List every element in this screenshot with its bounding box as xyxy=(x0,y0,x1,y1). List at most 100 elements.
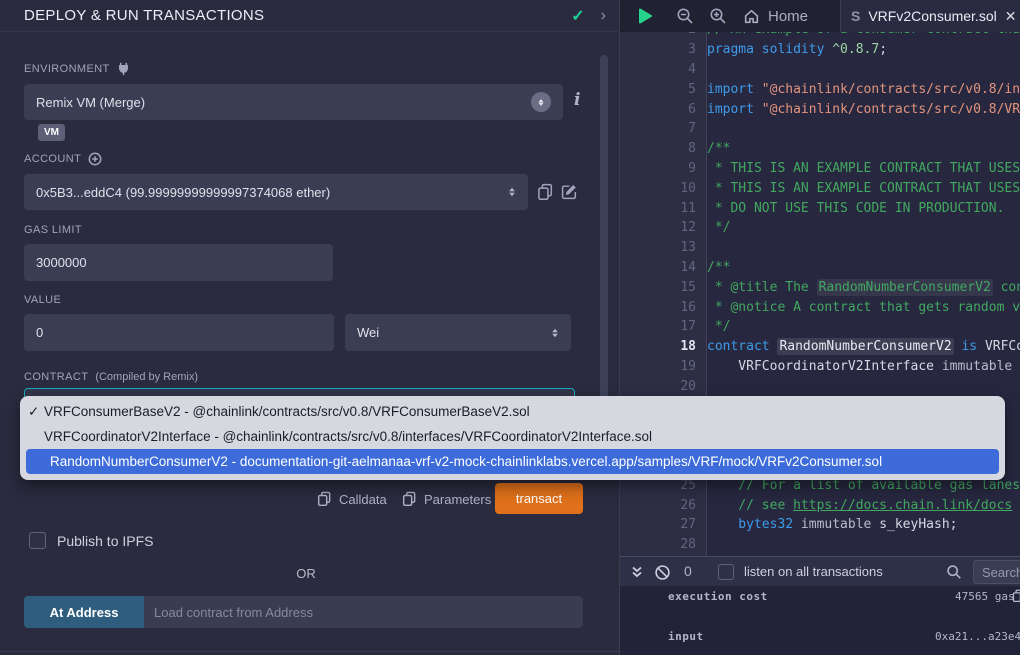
contract-option[interactable]: RandomNumberConsumerV2 - documentation-g… xyxy=(26,449,999,474)
code-line[interactable]: 17 */ xyxy=(620,317,1020,337)
account-label: ACCOUNT xyxy=(24,152,102,166)
code-text: // see https://docs.chain.link/docs xyxy=(707,498,1012,513)
line-number: 14 xyxy=(620,260,696,275)
account-select[interactable]: 0x5B3...eddC4 (99.99999999999997374068 e… xyxy=(24,174,528,210)
panel-divider xyxy=(0,651,620,652)
environment-label: ENVIRONMENT xyxy=(24,62,130,75)
code-text: /** xyxy=(707,260,730,275)
terminal-output[interactable]: execution cost47565 gasinput0xa21...a23e… xyxy=(620,586,1020,655)
code-text: * THIS IS AN EXAMPLE CONTRACT THAT USES xyxy=(707,161,1020,176)
code-line[interactable]: 2 // An example of a consumer contract th… xyxy=(620,32,1020,40)
contract-option[interactable]: VRFCoordinatorV2Interface - @chainlink/c… xyxy=(20,424,1005,449)
or-divider-label: OR xyxy=(0,566,612,581)
code-line[interactable]: 12 */ xyxy=(620,218,1020,238)
at-address-input[interactable] xyxy=(144,596,583,628)
code-line[interactable]: 18contract RandomNumberConsumerV2 is VRF… xyxy=(620,337,1020,357)
parameters-label[interactable]: Parameters xyxy=(424,492,491,507)
deploy-run-panel: DEPLOY & RUN TRANSACTIONS ✓ › ENVIRONMEN… xyxy=(0,0,620,655)
gas-limit-input[interactable]: 3000000 xyxy=(24,244,333,281)
copy-account-icon[interactable] xyxy=(537,183,554,200)
account-value: 0x5B3...eddC4 (99.99999999999997374068 e… xyxy=(36,185,330,200)
page-title: DEPLOY & RUN TRANSACTIONS xyxy=(24,7,264,24)
terminal-row-value: 47565 gas xyxy=(955,590,1015,603)
zoom-in-icon[interactable] xyxy=(709,7,727,25)
contract-label: CONTRACT (Compiled by Remix) xyxy=(24,371,198,383)
line-number: 12 xyxy=(620,220,696,235)
plug-icon xyxy=(117,62,130,75)
copy-value-icon[interactable] xyxy=(1012,589,1020,602)
tab-vrfv2consumer[interactable]: S VRFv2Consumer.sol ✕ xyxy=(840,0,1020,32)
code-line[interactable]: 5import "@chainlink/contracts/src/v0.8/i… xyxy=(620,79,1020,99)
terminal-toolbar: 0 listen on all transactions xyxy=(620,556,1020,586)
line-number: 28 xyxy=(620,537,696,552)
code-line[interactable]: 3pragma solidity ^0.8.7; xyxy=(620,40,1020,60)
expand-terminal-icon[interactable] xyxy=(630,565,644,579)
code-line[interactable]: 4 xyxy=(620,60,1020,80)
contract-option[interactable]: ✓VRFConsumerBaseV2 - @chainlink/contract… xyxy=(20,399,1005,424)
code-line[interactable]: 9 * THIS IS AN EXAMPLE CONTRACT THAT USE… xyxy=(620,159,1020,179)
code-line[interactable]: 6import "@chainlink/contracts/src/v0.8/V… xyxy=(620,99,1020,119)
zoom-out-icon[interactable] xyxy=(676,7,694,25)
code-line[interactable]: 16 * @notice A contract that gets random… xyxy=(620,297,1020,317)
clear-console-icon[interactable] xyxy=(654,564,671,581)
value-label: VALUE xyxy=(24,294,61,306)
listen-all-checkbox[interactable] xyxy=(718,564,734,580)
chevron-right-icon[interactable]: › xyxy=(601,9,606,23)
play-icon[interactable] xyxy=(635,6,655,26)
code-line[interactable]: 14 /** xyxy=(620,258,1020,278)
line-number: 13 xyxy=(620,240,696,255)
transaction-count-badge: 0 xyxy=(684,563,692,579)
contract-option-label: RandomNumberConsumerV2 - documentation-g… xyxy=(50,454,882,469)
value-input[interactable]: 0 xyxy=(24,314,334,351)
code-line[interactable]: 27 bytes32 immutable s_keyHash; xyxy=(620,515,1020,535)
publish-ipfs-checkbox[interactable] xyxy=(29,532,46,549)
code-text: VRFCoordinatorV2Interface immutable xyxy=(707,359,1012,374)
terminal-search-input[interactable] xyxy=(973,560,1020,584)
code-line[interactable]: 8/** xyxy=(620,139,1020,159)
environment-value: Remix VM (Merge) xyxy=(36,95,145,110)
tab-home[interactable]: Home xyxy=(743,0,808,32)
code-text: * DO NOT USE THIS CODE IN PRODUCTION. xyxy=(707,201,1004,216)
option-check-icon: ✓ xyxy=(28,404,44,420)
terminal-row-value: 0xa21...a23e4 xyxy=(935,630,1020,643)
code-text: pragma solidity ^0.8.7; xyxy=(707,42,887,57)
line-number: 2 xyxy=(620,32,696,37)
code-line[interactable]: 19 VRFCoordinatorV2Interface immutable xyxy=(620,357,1020,377)
calldata-label[interactable]: Calldata xyxy=(339,492,387,507)
line-number: 9 xyxy=(620,161,696,176)
code-line[interactable]: 13 xyxy=(620,238,1020,258)
close-tab-icon[interactable]: ✕ xyxy=(1005,8,1017,25)
vm-badge: VM xyxy=(38,124,65,141)
line-number: 5 xyxy=(620,82,696,97)
code-line[interactable]: 26 // see https://docs.chain.link/docs xyxy=(620,495,1020,515)
home-icon xyxy=(743,8,760,25)
code-line[interactable]: 11 * DO NOT USE THIS CODE IN PRODUCTION. xyxy=(620,198,1020,218)
code-line[interactable]: 10 * THIS IS AN EXAMPLE CONTRACT THAT US… xyxy=(620,178,1020,198)
code-line[interactable]: 7 xyxy=(620,119,1020,139)
code-line[interactable]: 28 xyxy=(620,535,1020,555)
code-text: * @notice A contract that gets random v xyxy=(707,300,1020,315)
code-text: // An example of a consumer contract tha… xyxy=(707,32,1020,37)
line-number: 20 xyxy=(620,379,696,394)
solidity-file-icon: S xyxy=(851,8,860,24)
transact-button[interactable]: transact xyxy=(495,483,583,514)
at-address-button[interactable]: At Address xyxy=(24,596,144,628)
line-number: 27 xyxy=(620,517,696,532)
panel-scrollbar[interactable] xyxy=(600,55,608,448)
check-icon: ✓ xyxy=(571,6,584,26)
code-line[interactable]: 20 xyxy=(620,376,1020,396)
plus-circle-icon[interactable] xyxy=(88,152,102,166)
edit-account-icon[interactable] xyxy=(561,183,578,200)
line-number: 8 xyxy=(620,141,696,156)
environment-select[interactable]: Remix VM (Merge) xyxy=(24,84,563,120)
code-text: * THIS IS AN EXAMPLE CONTRACT THAT USES xyxy=(707,181,1020,196)
copy-parameters-icon[interactable] xyxy=(402,491,417,506)
listen-all-label: listen on all transactions xyxy=(744,564,883,579)
line-number: 4 xyxy=(620,62,696,77)
info-icon[interactable]: i xyxy=(574,90,580,110)
code-text: * @title The RandomNumberConsumerV2 con xyxy=(707,280,1020,295)
code-line[interactable]: 15 * @title The RandomNumberConsumerV2 c… xyxy=(620,277,1020,297)
value-unit-select[interactable]: Wei xyxy=(345,314,571,351)
line-number: 15 xyxy=(620,280,696,295)
copy-calldata-icon[interactable] xyxy=(317,491,332,506)
